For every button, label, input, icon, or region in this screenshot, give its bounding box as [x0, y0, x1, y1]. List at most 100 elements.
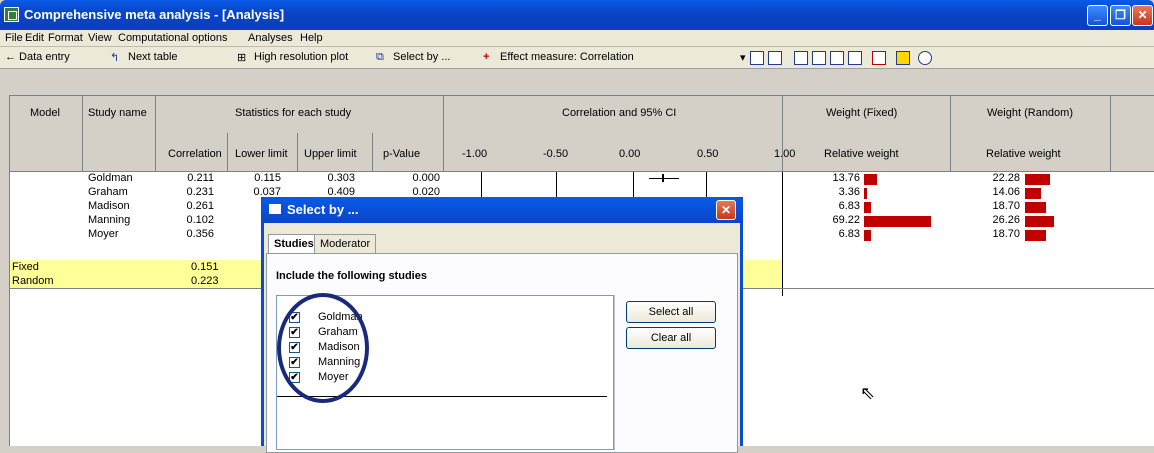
clear-all-button[interactable]: Clear all: [626, 327, 716, 349]
tick-label: -0.50: [543, 148, 569, 160]
header-relative-weight-random: Relative weight: [986, 148, 1061, 160]
weight-random-bar: [1025, 174, 1050, 185]
header-p-value: p-Value: [383, 148, 421, 160]
random-correlation: 0.223: [191, 275, 219, 287]
header-lower-limit: Lower limit: [235, 148, 288, 160]
divider: [782, 288, 1154, 289]
weight-random-bar: [1025, 230, 1046, 241]
weight-random-value: 14.06: [992, 186, 1020, 198]
weight-random-bar: [1025, 188, 1041, 199]
fixed-correlation: 0.151: [191, 261, 219, 273]
select-by-button[interactable]: Select by ...: [393, 51, 450, 63]
dropdown-arrow-icon[interactable]: ▾: [740, 51, 746, 64]
title-bar: Comprehensive meta analysis - [Analysis]…: [0, 0, 1154, 30]
tick-label: 0.00: [619, 148, 641, 160]
correlation-value: 0.356: [186, 228, 214, 240]
dialog-close-button[interactable]: ✕: [716, 200, 736, 220]
tick-label: -1.00: [462, 148, 488, 160]
study-name: Manning: [88, 214, 131, 226]
effect-icon: +: [483, 51, 490, 63]
header-study-name: Study name: [88, 107, 147, 119]
annotation-circle: [277, 293, 369, 403]
app-icon: [4, 7, 19, 22]
select-all-button[interactable]: Select all: [626, 301, 716, 323]
info-icon[interactable]: [918, 51, 932, 65]
select-by-icon: ⧉: [376, 51, 384, 63]
weight-fixed-bar: [864, 202, 871, 213]
weight-fixed-value: 13.76: [832, 172, 860, 184]
tab-moderator[interactable]: Moderator: [314, 234, 377, 254]
weight-random-value: 26.26: [992, 214, 1020, 226]
menu-analyses[interactable]: Analyses: [248, 32, 293, 44]
close-button[interactable]: ✕: [1132, 5, 1153, 26]
weight-fixed-value: 6.83: [838, 228, 860, 240]
tick-label: 1.00: [774, 148, 796, 160]
dialog-title: Select by ...: [287, 202, 359, 217]
window-title: Comprehensive meta analysis - [Analysis]: [24, 7, 285, 22]
study-name: Moyer: [88, 228, 119, 240]
weight-fixed-bar: [864, 188, 867, 199]
red-plot-icon[interactable]: [872, 51, 886, 65]
header-upper-limit: Upper limit: [304, 148, 357, 160]
header-weight-fixed: Weight (Fixed): [826, 107, 898, 119]
menu-help[interactable]: Help: [300, 32, 323, 44]
tab-studies[interactable]: Studies: [268, 234, 320, 254]
grid-header: Model Study name Statistics for each stu…: [10, 95, 1154, 172]
data-entry-button[interactable]: ← Data entry: [5, 51, 70, 63]
plot-line: [782, 172, 783, 296]
header-weight-random: Weight (Random): [987, 107, 1073, 119]
correlation-value: 0.211: [187, 172, 214, 184]
table-icon[interactable]: [750, 51, 764, 65]
minimize-button[interactable]: _: [1087, 5, 1108, 26]
high-res-plot-button[interactable]: High resolution plot: [254, 51, 348, 63]
header-model: Model: [30, 107, 60, 119]
highlight-icon[interactable]: [896, 51, 910, 65]
weight-fixed-value: 69.22: [832, 214, 860, 226]
upper-limit-value: 0.303: [327, 172, 355, 184]
header-stats: Statistics for each study: [235, 107, 352, 119]
weight-random-value: 18.70: [992, 228, 1020, 240]
blank-icon[interactable]: [768, 51, 782, 65]
effect-measure-button[interactable]: Effect measure: Correlation: [500, 51, 634, 63]
weight-random-value: 18.70: [992, 200, 1020, 212]
fixed-label: Fixed: [12, 261, 39, 273]
columns-icon[interactable]: [794, 51, 808, 65]
instruction-text: Include the following studies: [276, 270, 427, 282]
weight-fixed-bar: [864, 230, 871, 241]
menu-format[interactable]: Format: [48, 32, 83, 44]
restore-button[interactable]: ❐: [1110, 5, 1131, 26]
menu-file[interactable]: File: [5, 32, 23, 44]
mouse-cursor-icon: ⇖: [860, 383, 876, 403]
ci-point: [662, 174, 664, 182]
weight-fixed-value: 3.36: [838, 186, 860, 198]
lower-limit-value: 0.115: [254, 172, 281, 184]
correlation-value: 0.231: [186, 186, 214, 198]
next-table-button[interactable]: Next table: [128, 51, 178, 63]
sort-icon[interactable]: [812, 51, 826, 65]
menu-computational-options[interactable]: Computational options: [118, 32, 227, 44]
header-ci: Correlation and 95% CI: [562, 107, 677, 119]
correlation-value: 0.102: [186, 214, 214, 226]
forest-icon[interactable]: [830, 51, 844, 65]
header-correlation: Correlation: [168, 148, 222, 160]
e-icon[interactable]: [848, 51, 862, 65]
menu-bar: File Edit Format View Computational opti…: [0, 30, 1154, 47]
menu-view[interactable]: View: [88, 32, 112, 44]
study-name: Goldman: [88, 172, 133, 184]
ci-line: [649, 178, 679, 179]
random-label: Random: [12, 275, 54, 287]
menu-edit[interactable]: Edit: [25, 32, 44, 44]
dialog-separator: [614, 295, 615, 450]
p-value: 0.000: [412, 172, 440, 184]
dialog-icon: [269, 204, 281, 214]
weight-random-value: 22.28: [992, 172, 1020, 184]
left-gutter: [0, 95, 10, 446]
weight-fixed-bar: [864, 174, 877, 185]
plot-icon: ⊞: [237, 52, 247, 64]
study-name: Madison: [88, 200, 130, 212]
weight-random-bar: [1025, 216, 1054, 227]
weight-random-bar: [1025, 202, 1046, 213]
weight-fixed-bar: [864, 216, 931, 227]
correlation-value: 0.261: [186, 200, 214, 212]
dialog-title-bar: Select by ... ✕: [261, 197, 743, 223]
